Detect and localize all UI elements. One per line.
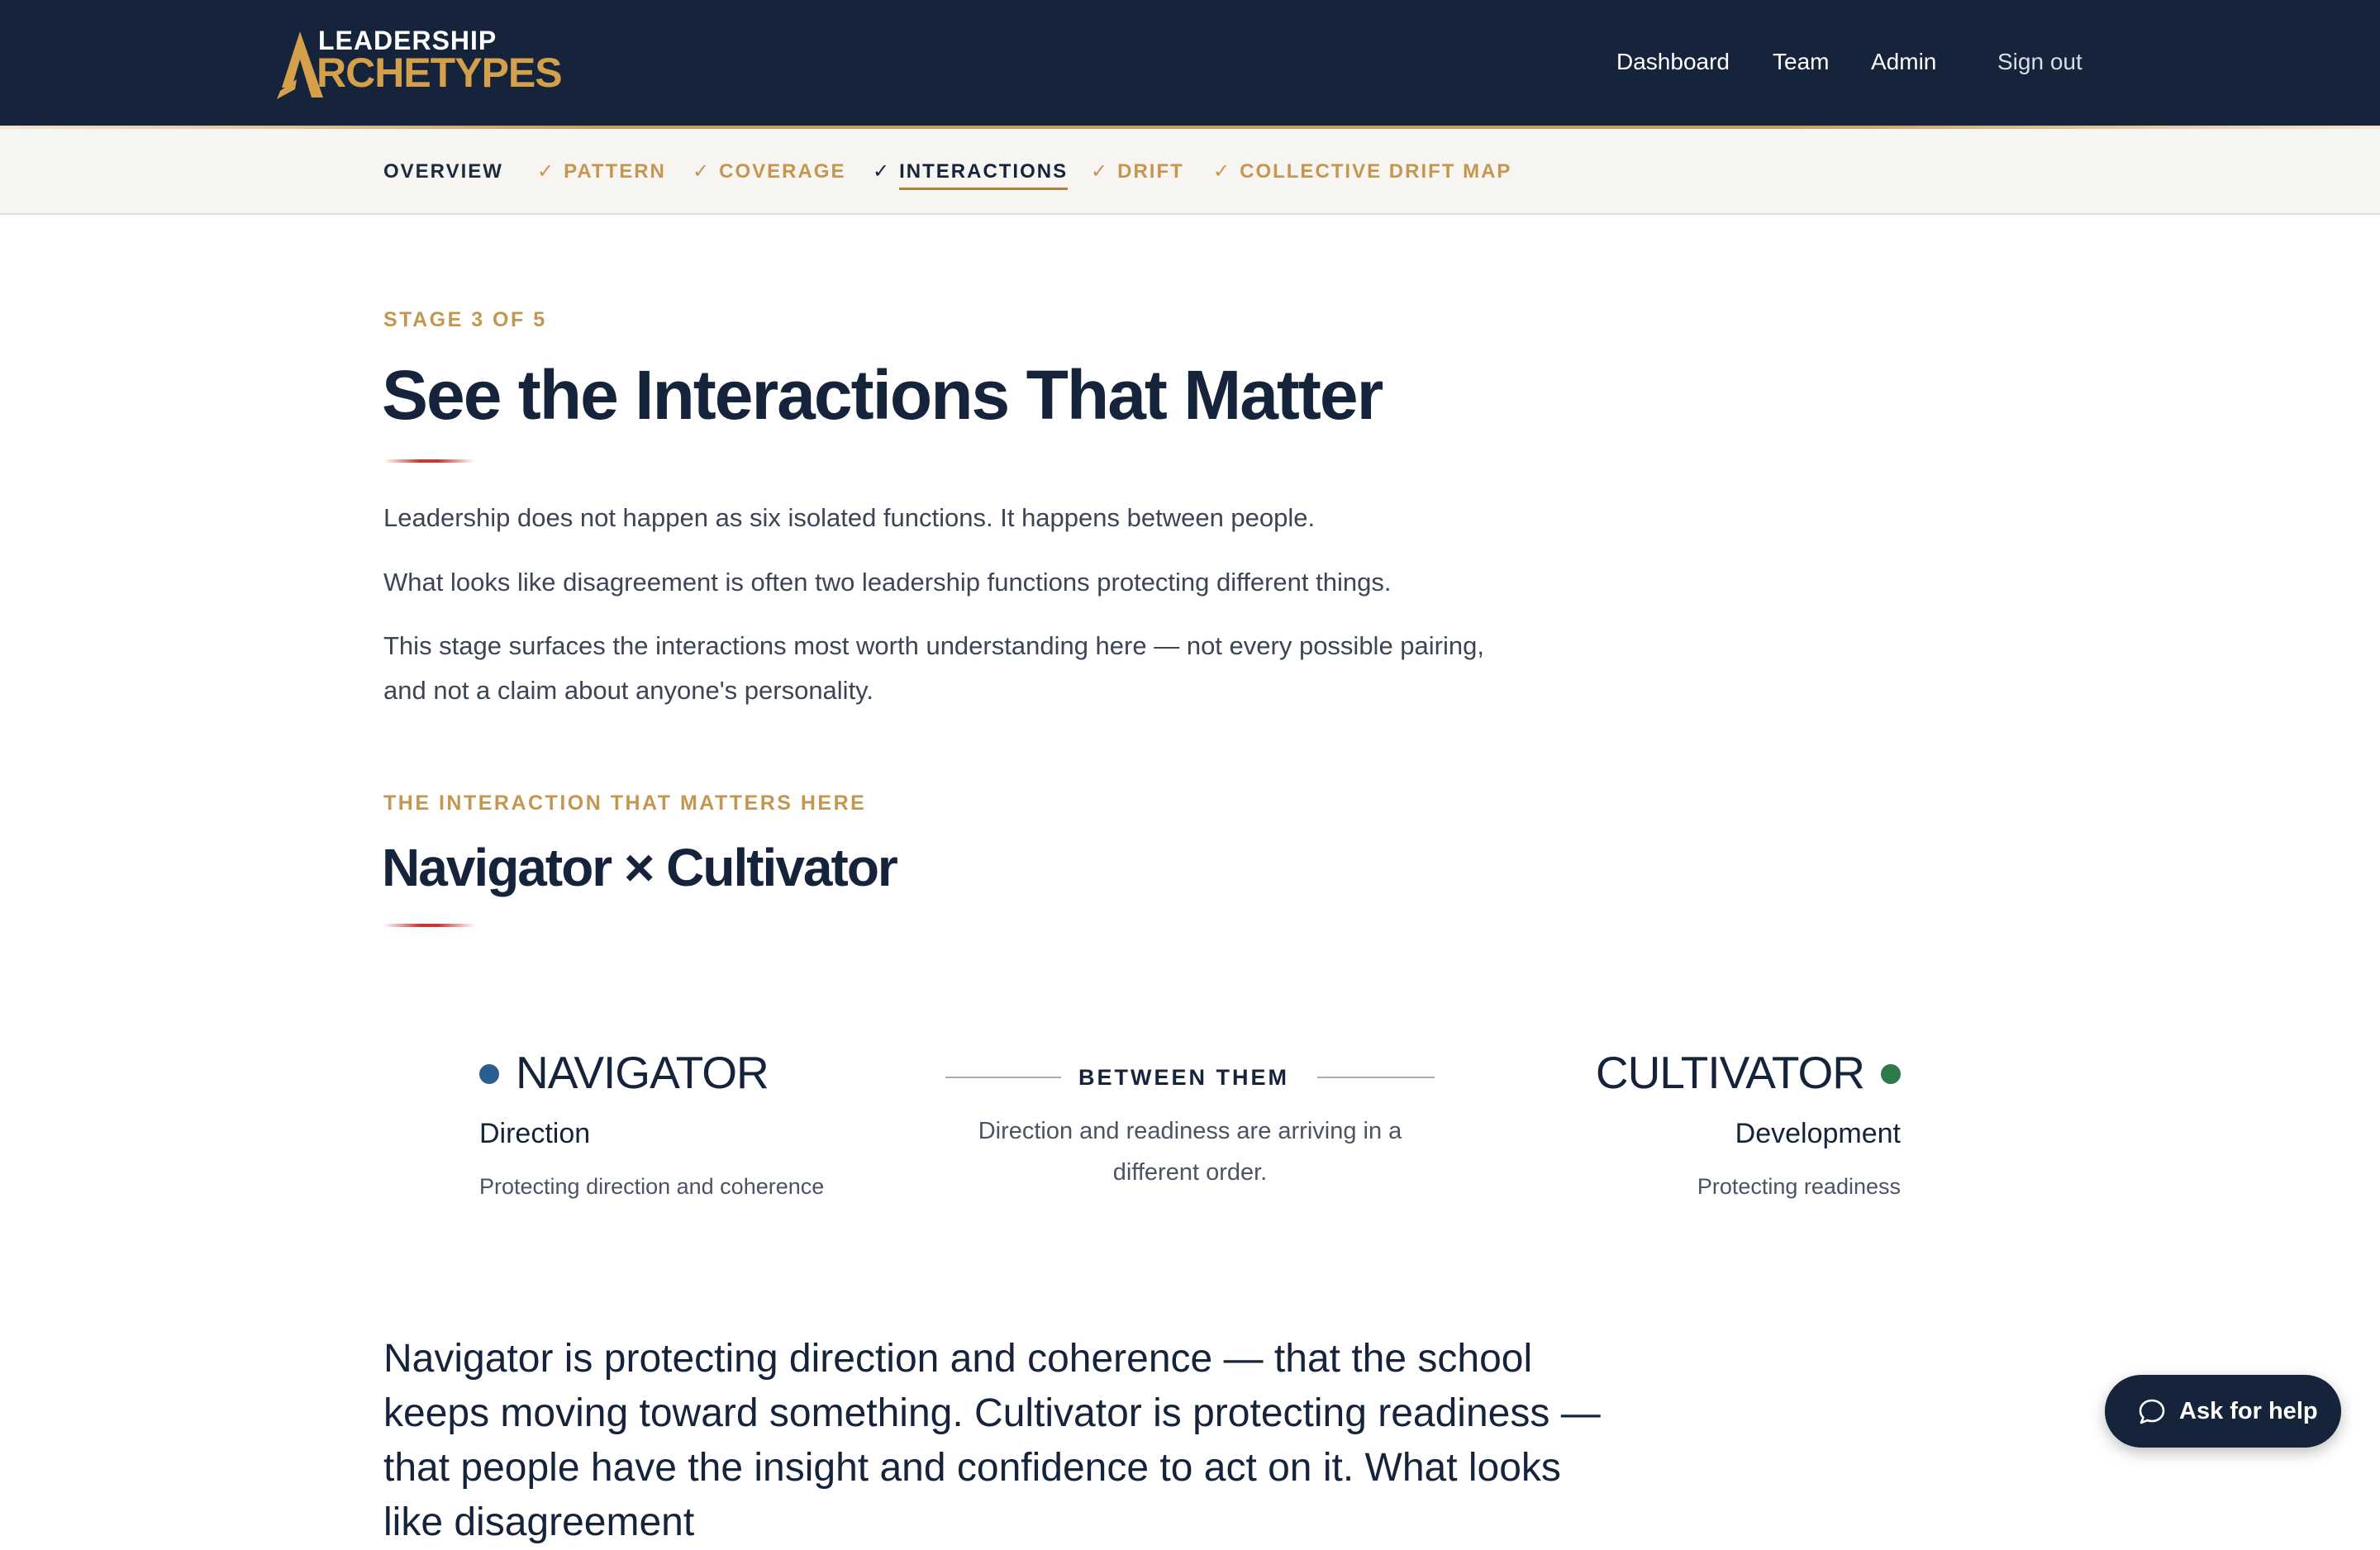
cultivator-function: Development bbox=[1735, 1118, 1901, 1149]
checkmark-icon: ✓ bbox=[873, 160, 892, 183]
checkmark-icon: ✓ bbox=[693, 160, 712, 183]
navigator-protecting: Protecting direction and coherence bbox=[479, 1174, 825, 1199]
cultivator-protecting: Protecting readiness bbox=[1697, 1174, 1901, 1199]
tab-label: COLLECTIVE DRIFT MAP bbox=[1240, 160, 1512, 183]
navigator-name: NAVIGATOR bbox=[516, 1047, 769, 1098]
between-them-label: BETWEEN THEM bbox=[1078, 1065, 1289, 1090]
tab-label: DRIFT bbox=[1117, 160, 1184, 183]
tab-interactions[interactable]: ✓ INTERACTIONS bbox=[873, 160, 1069, 190]
tab-label: COVERAGE bbox=[719, 160, 846, 183]
page-title: See the Interactions That Matter bbox=[382, 356, 1383, 434]
logo-wordmark-bottom: RCHETYPES bbox=[317, 50, 563, 96]
tab-coverage[interactable]: ✓ COVERAGE bbox=[693, 160, 845, 183]
nav-dashboard-link[interactable]: Dashboard bbox=[1616, 48, 1730, 76]
tab-label: INTERACTIONS bbox=[899, 160, 1069, 190]
intro-paragraph-3: This stage surfaces the interactions mos… bbox=[383, 631, 1484, 705]
nav-admin-link[interactable]: Admin bbox=[1871, 48, 1936, 76]
checkmark-icon: ✓ bbox=[537, 160, 556, 183]
navigator-color-dot bbox=[479, 1064, 499, 1084]
interaction-title-underline bbox=[383, 924, 474, 927]
nav-team-link[interactable]: Team bbox=[1773, 48, 1829, 76]
interaction-title: Navigator × Cultivator bbox=[382, 838, 898, 897]
chat-bubble-icon bbox=[2139, 1399, 2165, 1424]
cultivator-name: CULTIVATOR bbox=[1595, 1047, 1865, 1098]
interaction-eyebrow: THE INTERACTION THAT MATTERS HERE bbox=[383, 792, 867, 815]
stage-tabs: OVERVIEW ✓ PATTERN ✓ COVERAGE ✓ INTERACTION… bbox=[0, 129, 2380, 215]
tab-label: OVERVIEW bbox=[383, 160, 503, 183]
checkmark-icon: ✓ bbox=[1213, 160, 1232, 183]
top-navigation-bar: LEADERSHIP RCHETYPES Dashboard Team Admi… bbox=[0, 0, 2380, 126]
tab-collective-drift-map[interactable]: ✓ COLLECTIVE DRIFT MAP bbox=[1213, 160, 1511, 183]
title-underline bbox=[383, 459, 474, 463]
between-divider-left bbox=[945, 1077, 1061, 1078]
stage-counter: STAGE 3 OF 5 bbox=[383, 308, 547, 331]
checkmark-icon: ✓ bbox=[1091, 160, 1110, 183]
cultivator-color-dot bbox=[1881, 1064, 1901, 1084]
tab-label: PATTERN bbox=[564, 160, 666, 183]
tab-overview[interactable]: OVERVIEW bbox=[383, 160, 503, 183]
tab-drift[interactable]: ✓ DRIFT bbox=[1091, 160, 1184, 183]
between-them-text: Direction and readiness are arriving in … bbox=[978, 1118, 1402, 1186]
sign-out-link[interactable]: Sign out bbox=[1997, 48, 2082, 76]
between-divider-right bbox=[1317, 1077, 1435, 1078]
tab-pattern[interactable]: ✓ PATTERN bbox=[537, 160, 666, 183]
interaction-explanation: Navigator is protecting direction and co… bbox=[383, 1337, 1601, 1544]
navigator-function: Direction bbox=[479, 1118, 591, 1149]
ask-for-help-label: Ask for help bbox=[2179, 1398, 2318, 1424]
intro-paragraph-2: What looks like disagreement is often tw… bbox=[383, 568, 1392, 597]
leadership-archetypes-logo[interactable]: LEADERSHIP RCHETYPES bbox=[275, 25, 563, 99]
intro-paragraph-1: Leadership does not happen as six isolat… bbox=[383, 503, 1316, 532]
ask-for-help-button[interactable]: Ask for help bbox=[2105, 1375, 2341, 1448]
